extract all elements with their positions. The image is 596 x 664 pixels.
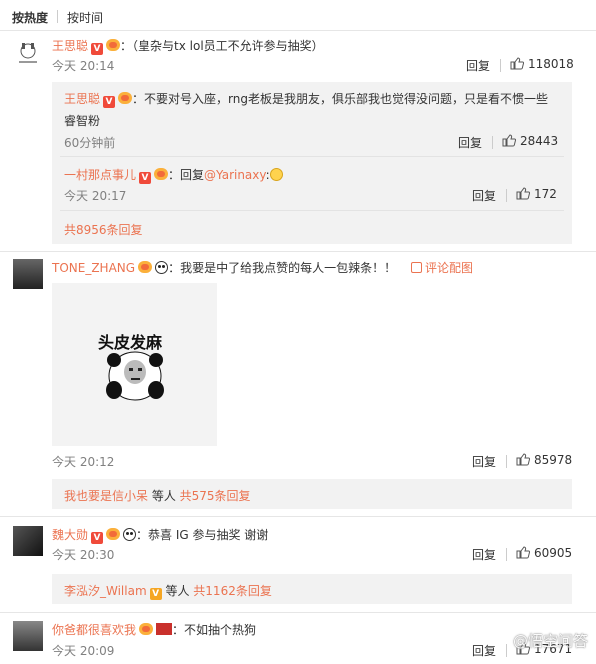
report-label: 评论配图	[425, 261, 474, 275]
reply-summary[interactable]: 我也要是信小呆 等人 共575条回复	[64, 487, 251, 504]
report-image-link[interactable]: 评论配图	[411, 259, 473, 276]
reply-button[interactable]: 回复	[458, 134, 482, 151]
sort-divider	[57, 10, 58, 23]
username[interactable]: TONE_ZHANG	[52, 261, 135, 275]
avatar[interactable]	[13, 526, 43, 556]
reply-button[interactable]: 回复	[472, 453, 496, 470]
divider	[0, 251, 596, 252]
reply-button[interactable]: 回复	[472, 546, 496, 563]
level-badge-icon	[118, 92, 133, 104]
avatar[interactable]	[13, 259, 43, 289]
username[interactable]: 一村那点事儿	[64, 168, 136, 182]
like-button[interactable]: 60905	[516, 546, 572, 560]
reply-summary[interactable]: 李泓汐_Willam V 等人 共1162条回复	[64, 582, 272, 600]
more-replies-link[interactable]: 共8956条回复	[64, 221, 143, 238]
verified-v-icon: V	[91, 532, 104, 544]
summary-text: 等人	[161, 584, 194, 598]
divider	[0, 516, 596, 517]
reply-button[interactable]: 回复	[472, 187, 496, 204]
sub-divider	[60, 156, 564, 157]
verified-v-icon: V	[149, 588, 162, 600]
thumbs-up-icon	[516, 187, 530, 200]
sub-divider	[60, 210, 564, 211]
like-count: 85978	[534, 453, 573, 467]
avatar[interactable]	[13, 39, 43, 69]
thumbs-up-icon	[516, 453, 530, 466]
thumbs-up-icon	[502, 134, 516, 147]
comment-2-body: TONE_ZHANG ：我要是中了给我点赞的每人一包辣条！！	[52, 259, 396, 276]
panda-meme-icon	[106, 351, 164, 401]
verified-v-icon: V	[91, 43, 104, 55]
comment-3-body: 魏大勋 V ：恭喜 IG 参与抽奖 谢谢	[52, 526, 268, 544]
comment-time: 今天 20:09	[52, 644, 115, 658]
summary-user[interactable]: 李泓汐_Willam	[64, 584, 147, 598]
like-button[interactable]: 172	[516, 187, 557, 201]
sub-reply-text-cont: 睿智粉	[64, 114, 101, 128]
mention-link[interactable]: @Yarinaxy	[204, 168, 266, 182]
level-badge-icon	[106, 39, 121, 51]
comment-text: ：（皇杂与tx lol员工不允许参与抽奖）	[120, 39, 324, 53]
laugh-emoji-icon	[269, 168, 283, 181]
username[interactable]: 王思聪	[64, 92, 100, 106]
summary-user[interactable]: 我也要是信小呆	[64, 489, 148, 503]
comment-time: 今天 20:30	[52, 548, 115, 562]
verified-v-icon: V	[139, 172, 152, 184]
action-divider	[492, 136, 493, 149]
like-button[interactable]: 118018	[510, 57, 574, 71]
panda-badge-icon	[123, 528, 137, 541]
reply-button[interactable]: 回复	[472, 642, 496, 659]
reply-button[interactable]: 回复	[466, 57, 490, 74]
level-badge-icon	[154, 168, 169, 180]
comment-text: ：恭喜 IG 参与抽奖 谢谢	[136, 528, 269, 542]
action-divider	[506, 189, 507, 202]
thumbs-up-icon	[516, 546, 530, 559]
like-count: 60905	[534, 546, 573, 560]
sub-reply-2: 一村那点事儿 V ：回复@Yarinaxy:	[64, 166, 283, 184]
sort-by-hot[interactable]: 按热度	[12, 9, 48, 26]
action-divider	[506, 548, 507, 561]
sub-reply-text: ：回复	[168, 168, 205, 182]
like-count: 28443	[520, 134, 559, 148]
summary-count[interactable]: 共575条回复	[180, 489, 251, 503]
username[interactable]: 你爸都很喜欢我	[52, 623, 136, 637]
watermark: @悟空问答	[512, 632, 588, 650]
comment-text: ：我要是中了给我点赞的每人一包辣条！！	[168, 261, 397, 275]
action-divider	[500, 59, 501, 72]
like-count: 118018	[528, 57, 574, 71]
action-divider	[506, 455, 507, 468]
comment-4-body: 你爸都很喜欢我 ：不如抽个热狗	[52, 621, 256, 638]
level-badge-icon	[138, 261, 153, 273]
action-divider	[506, 644, 507, 657]
username[interactable]: 魏大勋	[52, 528, 88, 542]
sub-reply-1: 王思聪 V ：不要对号入座，rng老板是我朋友，俱乐部我也觉得没问题，只是看不惯一些	[64, 90, 548, 108]
avatar[interactable]	[13, 621, 43, 651]
summary-text: 等人	[148, 489, 180, 503]
verified-v-icon: V	[103, 96, 116, 108]
divider	[0, 612, 596, 613]
like-count: 172	[534, 187, 557, 201]
sort-by-time[interactable]: 按时间	[67, 9, 103, 26]
sort-bar: 按热度 按时间	[0, 0, 596, 34]
fan-badge-icon	[156, 623, 173, 635]
comment-1-body: 王思聪 V ：（皇杂与tx lol员工不允许参与抽奖）	[52, 37, 324, 55]
thumbs-up-icon	[510, 57, 524, 70]
sub-reply-text: ：不要对号入座，rng老板是我朋友，俱乐部我也觉得没问题，只是看不惯一些	[132, 92, 548, 106]
level-badge-icon	[139, 623, 154, 635]
sub-reply-time: 今天 20:17	[64, 189, 127, 203]
like-button[interactable]: 85978	[516, 453, 572, 467]
avatar-cartoon-icon	[13, 39, 43, 69]
sub-reply-time: 60分钟前	[64, 136, 116, 150]
panda-badge-icon	[155, 261, 169, 274]
like-button[interactable]: 28443	[502, 134, 558, 148]
level-badge-icon	[106, 528, 121, 540]
comment-time: 今天 20:12	[52, 455, 115, 469]
report-icon	[411, 262, 422, 273]
summary-count[interactable]: 共1162条回复	[193, 584, 272, 598]
comment-time: 今天 20:14	[52, 59, 115, 73]
divider	[0, 30, 596, 31]
username[interactable]: 王思聪	[52, 39, 88, 53]
comment-text: ：不如抽个热狗	[172, 623, 257, 637]
